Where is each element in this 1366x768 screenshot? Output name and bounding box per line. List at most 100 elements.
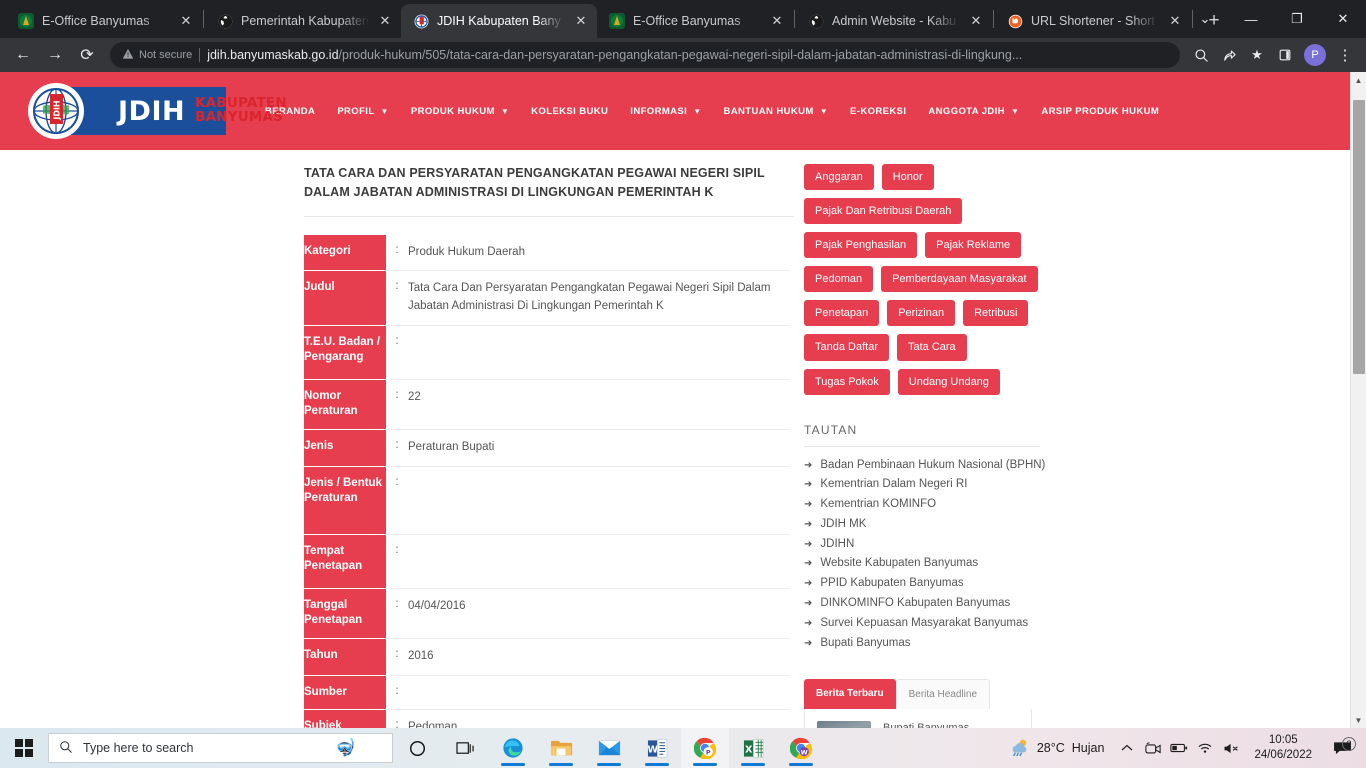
- tag-retribusi[interactable]: Retribusi: [963, 300, 1029, 327]
- list-item[interactable]: ➜ JDIHN: [804, 535, 1330, 555]
- nav-item-informasi[interactable]: INFORMASI ▼: [619, 98, 712, 125]
- tag-pajak-dan-retribusi-daerah[interactable]: Pajak Dan Retribusi Daerah: [804, 198, 963, 225]
- tag-tata-cara[interactable]: Tata Cara: [896, 334, 967, 361]
- list-item[interactable]: ➜ JDIH MK: [804, 515, 1330, 535]
- browser-tab-6[interactable]: URL Shortener - Short ✕: [995, 4, 1191, 38]
- nav-item-profil[interactable]: PROFIL ▼: [326, 98, 400, 125]
- link-label: JDIH MK: [820, 517, 867, 530]
- row-label: Kategori: [304, 234, 386, 272]
- share-icon[interactable]: [1216, 42, 1242, 68]
- scroll-up-icon[interactable]: ▲: [1351, 72, 1366, 88]
- list-item[interactable]: ➜ Bupati Banyumas: [804, 634, 1330, 654]
- tab-divider: [794, 10, 795, 28]
- bookmark-star-icon[interactable]: ★: [1244, 42, 1270, 68]
- browser-window: E-Office Banyumas ✕ Pemerintah Kabupaten…: [0, 0, 1366, 728]
- arrow-right-icon: ➜: [804, 538, 813, 550]
- taskbar-search[interactable]: Type here to search 🤿: [48, 733, 393, 763]
- search-icon[interactable]: [1188, 42, 1214, 68]
- page-scrollbar[interactable]: ▲ ▼: [1350, 72, 1366, 728]
- address-bar[interactable]: Not secure jdih.banyumaskab.go.id/produk…: [110, 42, 1180, 68]
- list-item[interactable]: ➜ Survei Kepuasan Masyarakat Banyumas: [804, 614, 1330, 634]
- reload-icon[interactable]: ⟳: [72, 40, 102, 70]
- cortana-icon[interactable]: [393, 728, 441, 768]
- show-hidden-icons-chevron[interactable]: [1114, 744, 1140, 752]
- wifi-icon[interactable]: [1192, 742, 1218, 754]
- close-icon[interactable]: ✕: [1167, 13, 1183, 29]
- browser-tab-5[interactable]: Admin Website - Kabu ✕: [796, 4, 992, 38]
- weather-widget[interactable]: 28°C Hujan: [998, 738, 1115, 759]
- site-logo[interactable]: JDIH KABUPATEN BANYUMAS JDIH: [28, 83, 287, 139]
- word-icon[interactable]: W: [633, 728, 681, 768]
- tab-search-icon[interactable]: ⌄: [1182, 0, 1228, 38]
- list-item[interactable]: ➜ Website Kabupaten Banyumas: [804, 554, 1330, 574]
- tag-anggaran[interactable]: Anggaran: [804, 164, 874, 191]
- maximize-button[interactable]: ❐: [1274, 0, 1320, 38]
- file-explorer-icon[interactable]: [537, 728, 585, 768]
- nav-item-produk-hukum[interactable]: PRODUK HUKUM ▼: [400, 98, 520, 125]
- minimize-button[interactable]: —: [1228, 0, 1274, 38]
- close-icon[interactable]: ✕: [377, 13, 393, 29]
- tab-berita-terbaru[interactable]: Berita Terbaru: [804, 679, 896, 710]
- list-item[interactable]: ➜ PPID Kabupaten Banyumas: [804, 574, 1330, 594]
- list-item[interactable]: ➜ Kementrian KOMINFO: [804, 495, 1330, 515]
- close-icon[interactable]: ✕: [178, 13, 194, 29]
- list-item[interactable]: ➜ Badan Pembinaan Hukum Nasional (BPHN): [804, 456, 1330, 476]
- tag-pedoman[interactable]: Pedoman: [804, 266, 874, 293]
- tag-tanda-daftar[interactable]: Tanda Daftar: [804, 334, 889, 361]
- table-row: T.E.U. Badan / Pengarang :: [304, 325, 790, 380]
- excel-icon[interactable]: X: [729, 728, 777, 768]
- tag-perizinan[interactable]: Perizinan: [887, 300, 956, 327]
- scroll-down-icon[interactable]: ▼: [1351, 712, 1366, 728]
- arrow-right-icon: ➜: [804, 558, 813, 570]
- tag-pajak-penghasilan[interactable]: Pajak Penghasilan: [804, 232, 918, 259]
- not-secure-indicator[interactable]: Not secure: [122, 48, 192, 63]
- browser-tab-1[interactable]: E-Office Banyumas ✕: [6, 4, 202, 38]
- meet-camera-icon[interactable]: [1140, 741, 1166, 755]
- tag-undang-undang[interactable]: Undang Undang: [897, 368, 1000, 395]
- close-icon[interactable]: ✕: [968, 13, 984, 29]
- forward-icon[interactable]: →: [40, 40, 70, 70]
- close-window-button[interactable]: ✕: [1320, 0, 1366, 38]
- task-view-icon[interactable]: [441, 728, 489, 768]
- notification-center-icon[interactable]: 2: [1322, 736, 1362, 756]
- row-label: Tempat Penetapan: [304, 534, 386, 589]
- back-icon[interactable]: ←: [8, 40, 38, 70]
- windows-taskbar: Type here to search 🤿 W P X W 28°C Hujan: [0, 728, 1366, 768]
- edge-icon[interactable]: [489, 728, 537, 768]
- news-headline[interactable]: Bupati Banyumas menanggapi: [883, 721, 1019, 728]
- page-content: TATA CARA DAN PERSYARATAN PENGANGKATAN P…: [0, 150, 1350, 728]
- nav-item-arsip-produk-hukum[interactable]: ARSIP PRODUK HUKUM: [1030, 98, 1170, 125]
- browser-menu-icon[interactable]: ⋮: [1332, 42, 1358, 68]
- chrome-word-icon[interactable]: W: [777, 728, 825, 768]
- logo-banyumas-text: BANYUMAS: [195, 109, 284, 125]
- close-icon[interactable]: ✕: [573, 13, 589, 29]
- nav-item-anggota-jdih[interactable]: ANGGOTA JDIH ▼: [917, 98, 1030, 125]
- profile-avatar[interactable]: P: [1304, 44, 1326, 66]
- browser-tab-2[interactable]: Pemerintah Kabupaten ✕: [205, 4, 401, 38]
- list-item[interactable]: ➜ Kementrian Dalam Negeri RI: [804, 475, 1330, 495]
- scrollbar-thumb[interactable]: [1353, 100, 1365, 374]
- sidebar-icon[interactable]: [1272, 42, 1298, 68]
- tag-penetapan[interactable]: Penetapan: [804, 300, 880, 327]
- list-item[interactable]: ➜ DINKOMINFO Kabupaten Banyumas: [804, 594, 1330, 614]
- browser-tab-3[interactable]: JDIH Kabupaten Bany ✕: [401, 4, 597, 38]
- browser-tab-4[interactable]: E-Office Banyumas ✕: [597, 4, 793, 38]
- row-colon: :: [395, 597, 399, 610]
- volume-muted-icon[interactable]: [1218, 742, 1244, 755]
- row-value: [408, 534, 790, 588]
- tag-pajak-reklame[interactable]: Pajak Reklame: [925, 232, 1022, 259]
- mail-icon[interactable]: [585, 728, 633, 768]
- chrome-icon[interactable]: P: [681, 728, 729, 768]
- tab-berita-headline[interactable]: Berita Headline: [895, 679, 990, 710]
- close-icon[interactable]: ✕: [769, 13, 785, 29]
- tag-pemberdayaan-masyarakat[interactable]: Pemberdayaan Masyarakat: [881, 266, 1038, 293]
- nav-item-koleksi-buku[interactable]: KOLEKSI BUKU: [520, 98, 619, 125]
- taskbar-clock[interactable]: 10:05 24/06/2022: [1244, 733, 1322, 762]
- battery-icon[interactable]: [1166, 742, 1192, 754]
- nav-item-bantuan-hukum[interactable]: BANTUAN HUKUM ▼: [713, 98, 840, 125]
- tag-tugas-pokok[interactable]: Tugas Pokok: [804, 368, 890, 395]
- nav-item-e-koreksi[interactable]: E-KOREKSI: [839, 98, 917, 125]
- start-button[interactable]: [0, 728, 48, 768]
- url-text: jdih.banyumaskab.go.id/produk-hukum/505/…: [207, 48, 1168, 62]
- tag-honor[interactable]: Honor: [881, 164, 934, 191]
